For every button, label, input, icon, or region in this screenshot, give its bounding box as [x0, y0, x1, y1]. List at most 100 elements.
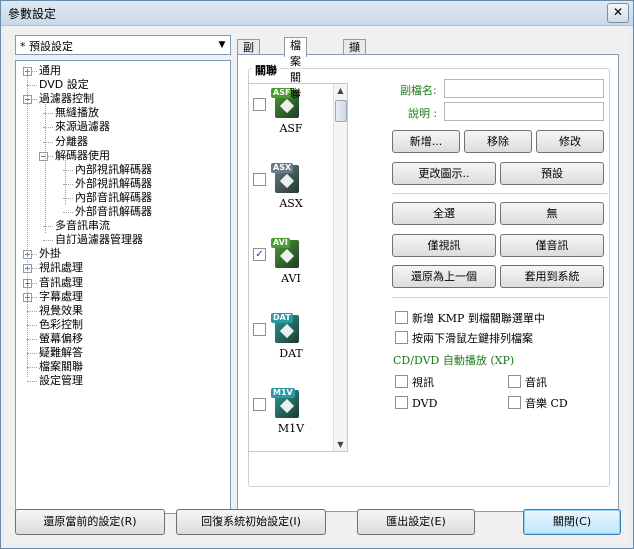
enqueue-label: 按兩下滑鼠左鍵排列檔案	[412, 332, 533, 345]
checkbox[interactable]	[395, 396, 408, 409]
checkbox[interactable]	[253, 323, 266, 336]
file-type-tag: ASX	[271, 163, 294, 173]
file-type-list[interactable]: ASF ASF ASX ASX ✓ AVI AVI DAT DAT M1V M1V ▲ ▼	[248, 83, 348, 452]
tree-item[interactable]: 設定管理	[39, 374, 83, 388]
tree-connector	[27, 310, 37, 312]
preset-dropdown[interactable]: * 預設設定 ▼	[15, 35, 231, 55]
tree-item[interactable]: 色彩控制	[39, 318, 83, 332]
divider	[392, 193, 608, 194]
file-type-label: ASX	[279, 197, 303, 210]
enqueue-option[interactable]: 按兩下滑鼠左鍵排列檔案	[395, 331, 533, 345]
autoplay-musiccd-option[interactable]: 音樂 CD	[508, 396, 568, 410]
file-type-item[interactable]: ASX ASX	[249, 163, 333, 233]
add-button[interactable]: 新增...	[392, 130, 460, 153]
chevron-down-icon[interactable]: ▼	[216, 38, 228, 52]
tree-item[interactable]: 內部音訊解碼器	[75, 191, 152, 205]
scroll-thumb[interactable]	[335, 100, 347, 122]
scroll-down-icon[interactable]: ▼	[334, 438, 347, 451]
tree-item[interactable]: 疑難解答	[39, 346, 83, 360]
checkbox[interactable]	[395, 375, 408, 388]
restore-previous-button[interactable]: 還原為上一個	[392, 265, 496, 288]
autoplay-dvd-label: DVD	[412, 397, 438, 410]
file-type-item[interactable]: DAT DAT	[249, 313, 333, 383]
default-button[interactable]: 預設	[500, 162, 604, 185]
tree-connector	[27, 353, 37, 354]
tree-item[interactable]: 無縫播放	[55, 106, 99, 120]
divider	[392, 297, 608, 298]
tree-connector	[45, 99, 46, 233]
export-settings-button[interactable]: 匯出設定(E)	[357, 509, 475, 535]
tree-item[interactable]: 螢幕偏移	[39, 332, 83, 346]
remove-button[interactable]: 移除	[464, 130, 532, 153]
select-none-button[interactable]: 無	[500, 202, 604, 225]
checkbox[interactable]	[253, 398, 266, 411]
tree-connector	[27, 85, 37, 87]
collapse-icon[interactable]: −	[39, 151, 48, 161]
scroll-up-icon[interactable]: ▲	[334, 84, 347, 97]
autoplay-audio-label: 音訊	[525, 376, 547, 389]
tree-item[interactable]: 多音訊串流	[55, 219, 110, 233]
tree-item[interactable]: 視訊處理	[39, 261, 83, 275]
tree-item[interactable]: 檔案關聯	[39, 360, 83, 374]
ext-label: 副檔名:	[400, 84, 437, 97]
tree-item[interactable]: 分離器	[55, 135, 88, 149]
association-group-label: 關聯	[252, 62, 280, 78]
preset-value: * 預設設定	[20, 40, 73, 53]
tree-item[interactable]: 字幕處理	[39, 290, 83, 304]
tree-connector	[27, 71, 28, 377]
add-kmp-menu-option[interactable]: 新增 KMP 到檔關聯選單中	[395, 311, 545, 325]
checkbox-checked[interactable]: ✓	[253, 248, 266, 261]
tree-item[interactable]: 外掛	[39, 247, 61, 261]
autoplay-video-option[interactable]: 視訊	[395, 375, 434, 389]
checkbox[interactable]	[508, 396, 521, 409]
tree-item[interactable]: DVD 設定	[39, 78, 89, 92]
file-type-item[interactable]: ✓ AVI AVI	[249, 238, 333, 308]
apply-to-system-button[interactable]: 套用到系統	[500, 265, 604, 288]
tree-item[interactable]: 自訂過濾器管理器	[55, 233, 143, 247]
tree-item[interactable]: 音訊處理	[39, 276, 83, 290]
preferences-window: 參數設定 ✕ * 預設設定 ▼ 通用 + DVD 設定 過濾器控制 − 無縫播放 來源過濾器…	[0, 0, 634, 549]
file-type-label: DAT	[279, 347, 303, 360]
autoplay-audio-option[interactable]: 音訊	[508, 375, 547, 389]
checkbox[interactable]	[395, 311, 408, 324]
autoplay-title: CD/DVD 自動播放 (XP)	[393, 354, 515, 367]
checkbox[interactable]	[253, 173, 266, 186]
tree-item[interactable]: 來源過濾器	[55, 120, 110, 134]
video-only-button[interactable]: 僅視訊	[392, 234, 496, 257]
tree-item[interactable]: 外部視訊解碼器	[75, 177, 152, 191]
file-type-label: ASF	[279, 122, 303, 135]
tree-item[interactable]: 視覺效果	[39, 304, 83, 318]
tree-connector	[27, 381, 37, 383]
autoplay-musiccd-label: 音樂 CD	[525, 397, 568, 410]
checkbox[interactable]	[253, 98, 266, 111]
tree-item[interactable]: 外部音訊解碼器	[75, 205, 152, 219]
tree-item[interactable]: 解碼器使用	[55, 149, 110, 163]
tree-connector	[27, 338, 37, 340]
settings-tree: 通用 + DVD 設定 過濾器控制 − 無縫播放 來源過濾器 分離器 解碼器使用 − 內部視訊解碼器…	[15, 60, 231, 514]
restore-current-button[interactable]: 還原當前的設定(R)	[15, 509, 165, 535]
tree-item[interactable]: 通用	[39, 64, 61, 78]
audio-only-button[interactable]: 僅音訊	[500, 234, 604, 257]
file-type-label: M1V	[277, 422, 305, 435]
desc-label: 說明 :	[408, 107, 438, 120]
autoplay-dvd-option[interactable]: DVD	[395, 396, 437, 410]
tree-item[interactable]: 內部視訊解碼器	[75, 163, 152, 177]
checkbox[interactable]	[395, 331, 408, 344]
change-icon-button[interactable]: 更改圖示..	[392, 162, 496, 185]
desc-field[interactable]	[444, 102, 604, 121]
file-type-tag: AVI	[271, 238, 290, 248]
reset-system-button[interactable]: 回復系統初始設定(I)	[176, 509, 326, 535]
file-type-icon: DAT	[271, 313, 303, 345]
close-icon[interactable]: ✕	[607, 3, 629, 23]
tab-file-association[interactable]: 檔案關聯	[284, 37, 307, 100]
close-button[interactable]: 關閉(C)	[523, 509, 621, 535]
file-type-item[interactable]: M1V M1V	[249, 388, 333, 451]
client-area: * 預設設定 ▼ 通用 + DVD 設定 過濾器控制 − 無縫播放 來源過濾器 分離器 解碼器使…	[5, 27, 629, 544]
modify-button[interactable]: 修改	[536, 130, 604, 153]
file-type-tag: DAT	[271, 313, 293, 323]
list-scrollbar[interactable]: ▲ ▼	[333, 84, 347, 451]
tree-item[interactable]: 過濾器控制	[39, 92, 94, 106]
select-all-button[interactable]: 全選	[392, 202, 496, 225]
checkbox[interactable]	[508, 375, 521, 388]
ext-field[interactable]	[444, 79, 604, 98]
